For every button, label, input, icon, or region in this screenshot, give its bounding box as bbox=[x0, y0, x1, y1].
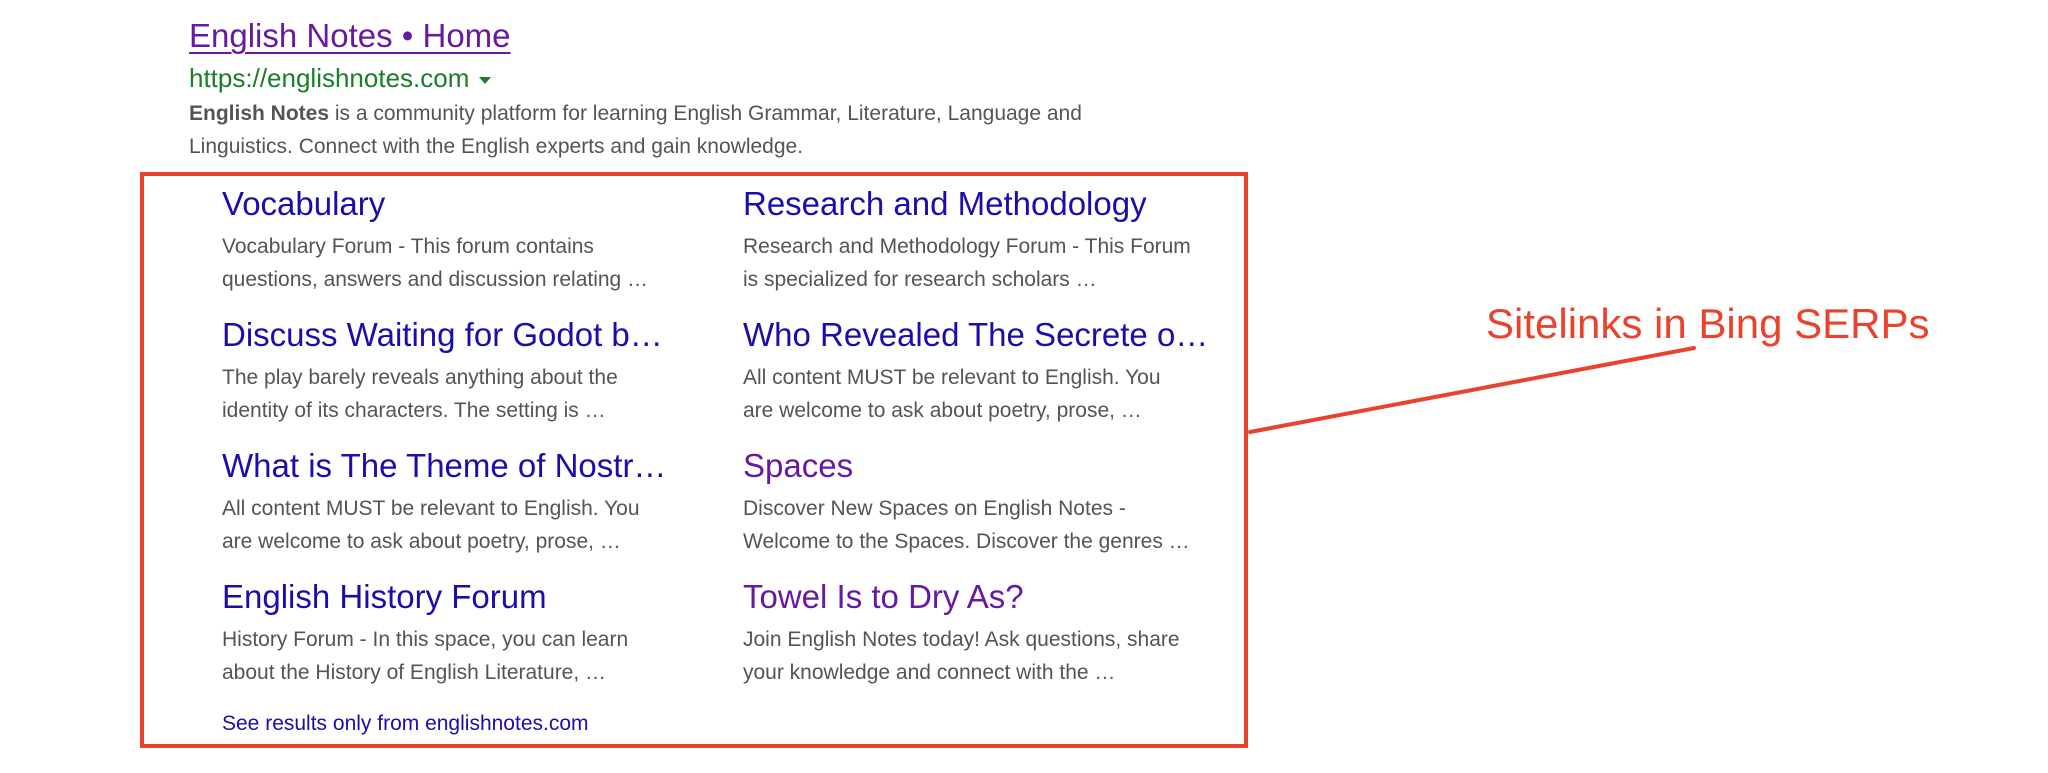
snippet-bold: English Notes bbox=[189, 102, 330, 125]
sitelink-desc: Vocabulary Forum - This forum contains q… bbox=[222, 230, 682, 296]
sitelink-desc: History Forum - In this space, you can l… bbox=[222, 623, 682, 689]
sitelink-desc: Discover New Spaces on English Notes - W… bbox=[743, 492, 1223, 558]
sitelink-desc-line: The play barely reveals anything about t… bbox=[222, 366, 618, 389]
caret-down-icon[interactable] bbox=[479, 76, 492, 84]
sitelink-desc-line: Welcome to the Spaces. Discover the genr… bbox=[743, 530, 1190, 553]
see-results-link[interactable]: See results only from englishnotes.com bbox=[222, 710, 589, 738]
sitelink-desc: All content MUST be relevant to English.… bbox=[743, 361, 1223, 427]
sitelink-item: Spaces Discover New Spaces on English No… bbox=[743, 444, 1223, 558]
sitelink-item: What is The Theme of Nostr… All content … bbox=[222, 444, 682, 558]
sitelink-item: English History Forum History Forum - In… bbox=[222, 575, 682, 689]
sitelink-item: Research and Methodology Research and Me… bbox=[743, 182, 1223, 296]
sitelink-title-vocabulary[interactable]: Vocabulary bbox=[222, 182, 682, 226]
snippet-line-2: Linguistics. Connect with the English ex… bbox=[189, 135, 804, 158]
sitelink-desc-line: Discover New Spaces on English Notes - bbox=[743, 497, 1126, 520]
sitelink-desc-line: are welcome to ask about poetry, prose, … bbox=[222, 530, 621, 553]
sitelink-desc-line: Research and Methodology Forum - This Fo… bbox=[743, 235, 1191, 258]
result-url-row: https://englishnotes.com bbox=[189, 60, 492, 96]
annotation-label: Sitelinks in Bing SERPs bbox=[1486, 300, 1930, 347]
sitelink-desc-line: about the History of English Literature,… bbox=[222, 661, 607, 684]
result-snippet: English Notes is a community platform fo… bbox=[189, 97, 1129, 163]
sitelink-item: Discuss Waiting for Godot b… The play ba… bbox=[222, 313, 682, 427]
sitelink-title-history[interactable]: English History Forum bbox=[222, 575, 682, 619]
sitelink-title-research[interactable]: Research and Methodology bbox=[743, 182, 1223, 226]
sitelink-desc: All content MUST be relevant to English.… bbox=[222, 492, 682, 558]
sitelink-desc-line: Vocabulary Forum - This forum contains bbox=[222, 235, 594, 258]
sitelink-title-spaces[interactable]: Spaces bbox=[743, 444, 1223, 488]
snippet-line-1: is a community platform for learning Eng… bbox=[329, 102, 1082, 125]
sitelink-desc-line: History Forum - In this space, you can l… bbox=[222, 628, 629, 651]
sitelink-desc-line: are welcome to ask about poetry, prose, … bbox=[743, 399, 1142, 422]
sitelink-title-godot[interactable]: Discuss Waiting for Godot b… bbox=[222, 313, 682, 357]
sitelink-desc-line: your knowledge and connect with the … bbox=[743, 661, 1116, 684]
sitelink-item: Who Revealed The Secrete o… All content … bbox=[743, 313, 1223, 427]
result-title-link[interactable]: English Notes • Home bbox=[189, 14, 511, 58]
sitelink-desc-line: is specialized for research scholars … bbox=[743, 268, 1097, 291]
sitelink-desc-line: All content MUST be relevant to English.… bbox=[743, 366, 1161, 389]
sitelink-desc-line: questions, answers and discussion relati… bbox=[222, 268, 649, 291]
sitelink-desc: The play barely reveals anything about t… bbox=[222, 361, 682, 427]
sitelink-title-secrete[interactable]: Who Revealed The Secrete o… bbox=[743, 313, 1223, 357]
sitelink-item: Towel Is to Dry As? Join English Notes t… bbox=[743, 575, 1223, 689]
sitelink-title-nostr[interactable]: What is The Theme of Nostr… bbox=[222, 444, 682, 488]
result-url[interactable]: https://englishnotes.com bbox=[189, 63, 469, 94]
sitelink-desc: Research and Methodology Forum - This Fo… bbox=[743, 230, 1223, 296]
sitelink-title-towel[interactable]: Towel Is to Dry As? bbox=[743, 575, 1223, 619]
sitelink-desc: Join English Notes today! Ask questions,… bbox=[743, 623, 1223, 689]
sitelink-desc-line: All content MUST be relevant to English.… bbox=[222, 497, 640, 520]
sitelink-item: Vocabulary Vocabulary Forum - This forum… bbox=[222, 182, 682, 296]
sitelink-desc-line: Join English Notes today! Ask questions,… bbox=[743, 628, 1180, 651]
sitelink-desc-line: identity of its characters. The setting … bbox=[222, 399, 606, 422]
